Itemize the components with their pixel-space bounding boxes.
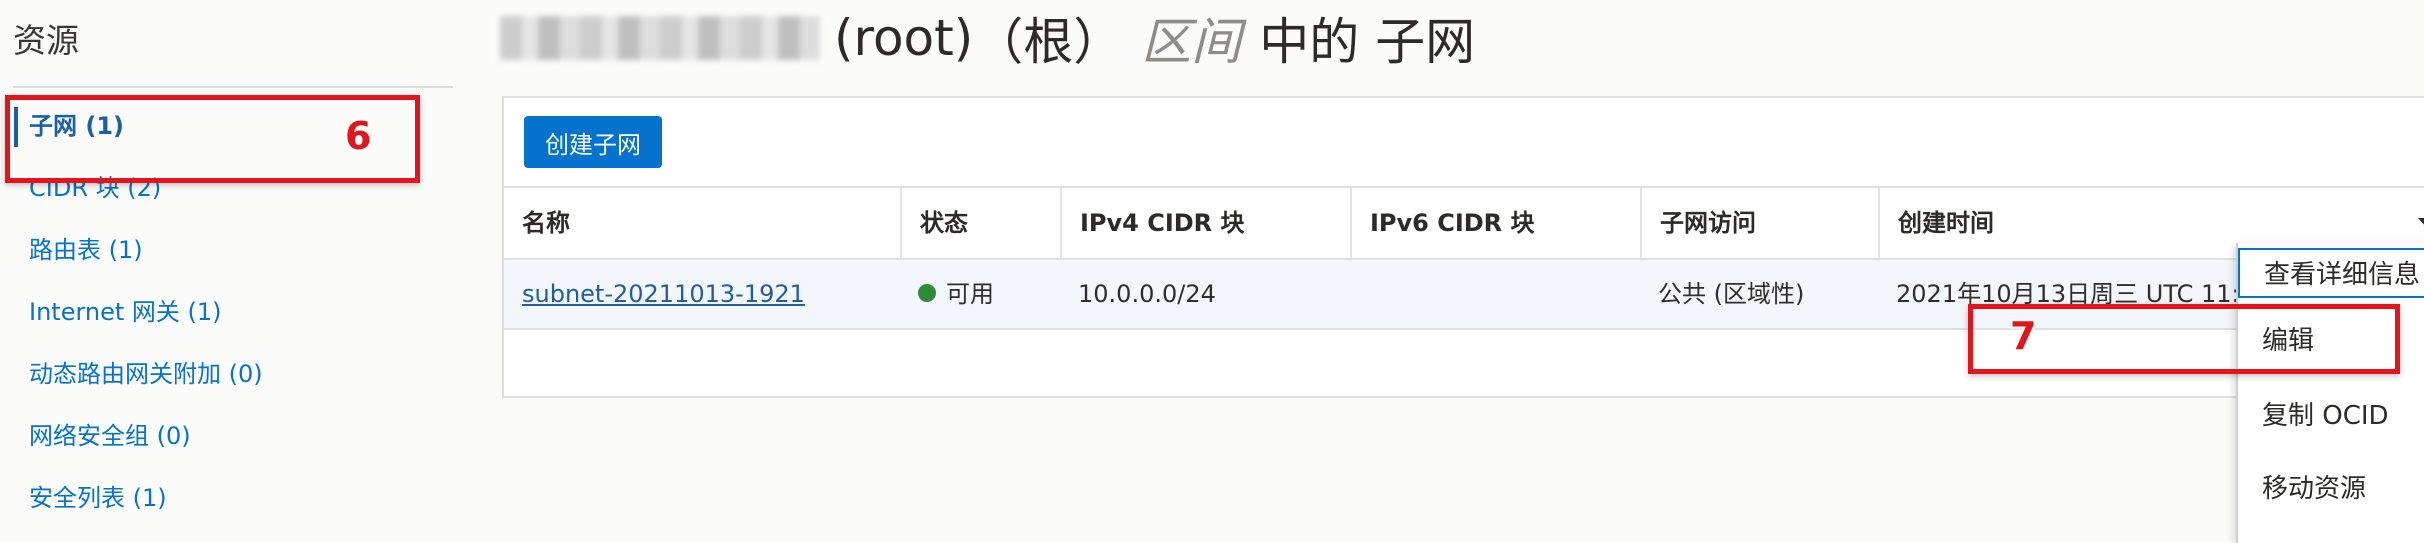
- row-actions-menu: 查看详细信息 编辑 复制 OCID 移动资源: [2236, 243, 2424, 543]
- column-header-ipv4[interactable]: IPv4 CIDR 块: [1060, 188, 1350, 258]
- menu-item-view-details[interactable]: 查看详细信息: [2238, 248, 2424, 298]
- column-header-name[interactable]: 名称: [504, 188, 900, 258]
- menu-item-copy-ocid[interactable]: 复制 OCID: [2238, 391, 2424, 441]
- resources-title: 资源: [13, 21, 79, 60]
- cell-access: 公共 (区域性): [1658, 280, 1805, 308]
- redacted-compartment-name: [500, 16, 820, 60]
- sidebar-item-network-security-groups[interactable]: 网络安全组 (0): [0, 405, 460, 467]
- subnet-name-link[interactable]: subnet-20211013-1921: [522, 280, 805, 308]
- cell-name: subnet-20211013-1921: [504, 260, 900, 328]
- annotation-number-6: 6: [345, 114, 372, 158]
- title-root: (root): [834, 9, 974, 67]
- column-header-status[interactable]: 状态: [900, 188, 1060, 258]
- status-available-icon: [918, 284, 936, 302]
- status-text: 可用: [946, 280, 994, 308]
- column-header-ipv6[interactable]: IPv6 CIDR 块: [1350, 188, 1640, 258]
- page-title: (root) （根） 区间 中的 子网: [500, 8, 1475, 71]
- sidebar-item-drg-attachments[interactable]: 动态路由网关附加 (0): [0, 343, 460, 405]
- cell-ipv6: [1350, 260, 1640, 328]
- sidebar-item-internet-gateways[interactable]: Internet 网关 (1): [0, 281, 460, 343]
- menu-item-move-resource[interactable]: 移动资源: [2238, 464, 2424, 514]
- annotation-number-7: 7: [2010, 314, 2037, 358]
- title-compartment: 区间: [1141, 13, 1242, 71]
- table-header: 名称 状态 IPv4 CIDR 块 IPv6 CIDR 块 子网访问 创建时间: [504, 186, 2424, 260]
- title-suffix: 中的 子网: [1259, 13, 1476, 71]
- sidebar-item-security-lists[interactable]: 安全列表 (1): [0, 467, 460, 529]
- cell-ipv4: 10.0.0.0/24: [1078, 280, 1216, 308]
- cell-status: 可用: [900, 260, 1060, 328]
- sort-descending-icon[interactable]: [2418, 218, 2424, 228]
- column-header-access[interactable]: 子网访问: [1640, 188, 1878, 258]
- title-root-cn: （根）: [973, 13, 1124, 71]
- sidebar-item-route-tables[interactable]: 路由表 (1): [0, 219, 460, 281]
- divider: [13, 86, 453, 88]
- create-subnet-button[interactable]: 创建子网: [524, 116, 662, 168]
